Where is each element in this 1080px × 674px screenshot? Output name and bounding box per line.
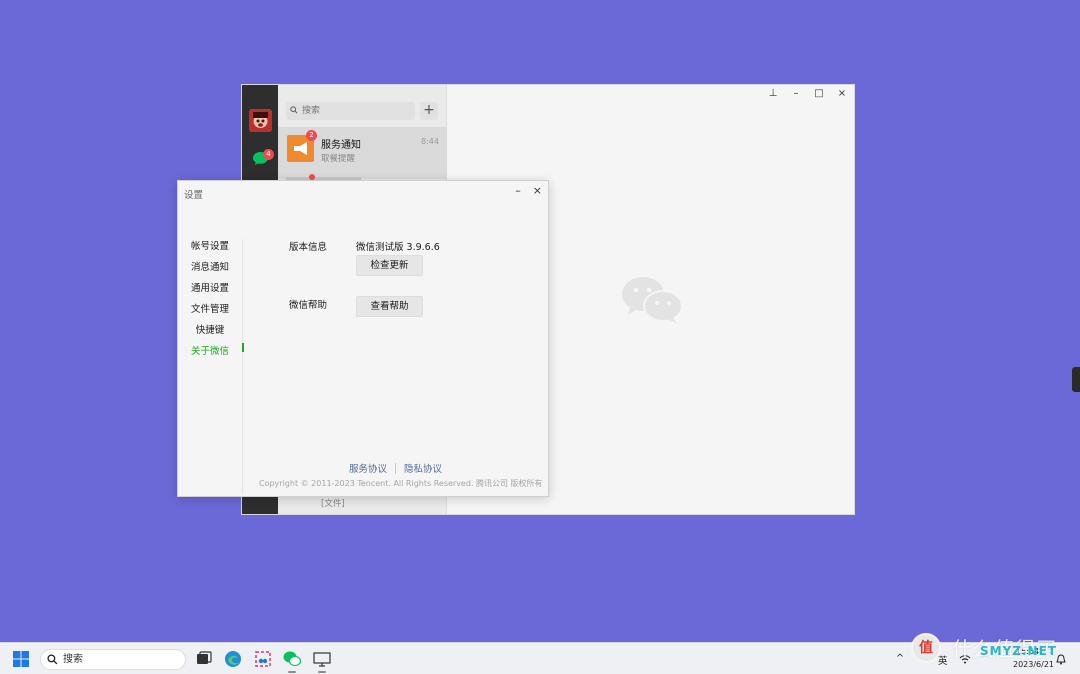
chat-item-service-notice[interactable]: 2 服务通知 取餐提醒 8:44 (278, 127, 447, 179)
watermark-subtext: SMYZ.NET (980, 644, 1057, 658)
service-agreement-link[interactable]: 服务协议 (349, 461, 387, 475)
chat-item-unread-badge: 2 (306, 130, 317, 141)
close-button[interactable]: × (836, 88, 848, 99)
settings-nav: 帐号设置 消息通知 通用设置 文件管理 快捷键 关于微信 (178, 236, 242, 362)
pin-button[interactable]: ⊥ (767, 88, 779, 99)
remote-running-indicator (318, 671, 326, 673)
remote-desktop-icon[interactable] (313, 650, 331, 668)
chat-item-preview: 取餐提醒 (321, 154, 356, 164)
settings-window-controls: – × (515, 184, 542, 197)
tray-overflow-chevron[interactable]: ^ (896, 653, 904, 664)
search-icon (47, 654, 58, 665)
version-label: 版本信息 (289, 242, 328, 253)
edge-panel-handle[interactable] (1072, 367, 1080, 392)
nav-active-indicator (242, 343, 244, 352)
link-separator (395, 462, 397, 474)
chat-item-preview: [文件] (321, 499, 345, 509)
privacy-agreement-link[interactable]: 隐私协议 (404, 461, 442, 475)
avatar-image-icon (249, 109, 272, 132)
settings-close-button[interactable]: × (533, 184, 542, 197)
nav-divider (242, 239, 243, 494)
task-view-icon[interactable] (195, 650, 213, 668)
view-help-button[interactable]: 查看帮助 (356, 296, 423, 317)
nav-account-settings[interactable]: 帐号设置 (178, 236, 242, 257)
nav-general-settings[interactable]: 通用设置 (178, 278, 242, 299)
notification-bell-icon[interactable] (1056, 654, 1066, 665)
chat-search-input[interactable]: 搜索 (286, 102, 415, 120)
check-update-button[interactable]: 检查更新 (356, 255, 423, 276)
wechat-logo-icon (622, 277, 683, 323)
input-method-indicator[interactable]: 英 (938, 653, 948, 667)
version-value: 微信测试版 3.9.6.6 (356, 242, 440, 253)
search-icon (290, 106, 298, 114)
chat-item-title: 服务通知 (321, 140, 361, 151)
copyright-text: Copyright © 2011-2023 Tencent. All Right… (259, 479, 543, 488)
chat-item-time: 8:44 (421, 137, 439, 146)
taskbar-search-box[interactable]: 搜索 (40, 649, 186, 670)
settings-title: 设置 (184, 190, 204, 201)
add-contact-button[interactable]: + (420, 102, 438, 120)
windows-start-icon[interactable] (13, 651, 29, 667)
wechat-running-indicator (288, 671, 296, 673)
maximize-button[interactable]: □ (813, 88, 825, 99)
settings-dialog: 设置 – × 帐号设置 消息通知 通用设置 文件管理 快捷键 关于微信 版本信息… (177, 180, 549, 497)
nav-shortcuts[interactable]: 快捷键 (178, 320, 242, 341)
chat-unread-badge: 4 (263, 149, 274, 160)
settings-minimize-button[interactable]: – (515, 184, 521, 197)
agreement-links: 服务协议 隐私协议 (349, 461, 442, 475)
taskbar-search-label: 搜索 (63, 654, 83, 665)
help-label: 微信帮助 (289, 300, 328, 311)
edge-browser-icon[interactable] (224, 650, 242, 668)
search-placeholder: 搜索 (302, 106, 321, 116)
window-controls: ⊥ – □ × (767, 88, 848, 99)
nav-notifications[interactable]: 消息通知 (178, 257, 242, 278)
snipping-tool-icon[interactable] (254, 650, 272, 668)
watermark-badge-icon: 值 (911, 633, 941, 663)
nav-about-wechat[interactable]: 关于微信 (178, 341, 242, 362)
user-avatar[interactable] (249, 109, 272, 132)
minimize-button[interactable]: – (790, 88, 802, 99)
wechat-taskbar-icon[interactable] (283, 650, 301, 668)
nav-file-management[interactable]: 文件管理 (178, 299, 242, 320)
